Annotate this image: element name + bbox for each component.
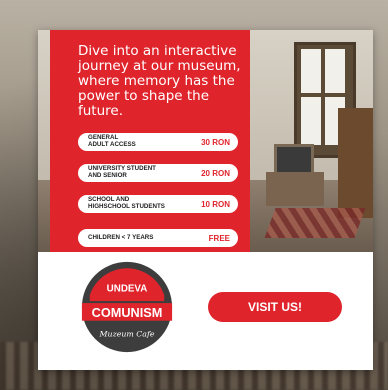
- logo-main-text: COMUNISM: [92, 305, 163, 320]
- ticket-panel: Dive into an interactive journey at our …: [50, 30, 250, 252]
- price-row: GENERAL ADULT ACCESS 30 RON: [78, 133, 238, 151]
- card-footer: UNDEVA COMUNISM Muzeum Cafe VISIT US!: [38, 252, 373, 370]
- cabinet-image: [338, 108, 373, 218]
- price-label: GENERAL ADULT ACCESS: [88, 134, 136, 148]
- undeva-comunism-logo: UNDEVA COMUNISM Muzeum Cafe: [81, 261, 173, 353]
- price-row: UNIVERSITY STUDENT AND SENIOR 20 RON: [78, 164, 238, 182]
- price-value: FREE: [208, 233, 230, 243]
- price-label: UNIVERSITY STUDENT AND SENIOR: [88, 165, 156, 179]
- price-row: SCHOOL AND HIGHSCHOOL STUDENTS 10 RON: [78, 195, 238, 213]
- price-label: CHILDREN < 7 YEARS: [88, 233, 154, 241]
- visit-us-button[interactable]: VISIT US!: [208, 292, 342, 322]
- price-value: 30 RON: [201, 137, 230, 147]
- logo-top-text: UNDEVA: [107, 283, 148, 294]
- promo-headline: Dive into an interactive journey at our …: [78, 43, 241, 119]
- logo-script-text: Muzeum Cafe: [99, 329, 155, 338]
- table-image: [266, 172, 324, 206]
- price-value: 20 RON: [201, 168, 230, 178]
- price-row: CHILDREN < 7 YEARS FREE: [78, 229, 238, 247]
- price-value: 10 RON: [201, 199, 230, 209]
- rug-image: [264, 208, 366, 238]
- price-label: SCHOOL AND HIGHSCHOOL STUDENTS: [88, 196, 165, 210]
- promo-card: Dive into an interactive journey at our …: [38, 30, 373, 370]
